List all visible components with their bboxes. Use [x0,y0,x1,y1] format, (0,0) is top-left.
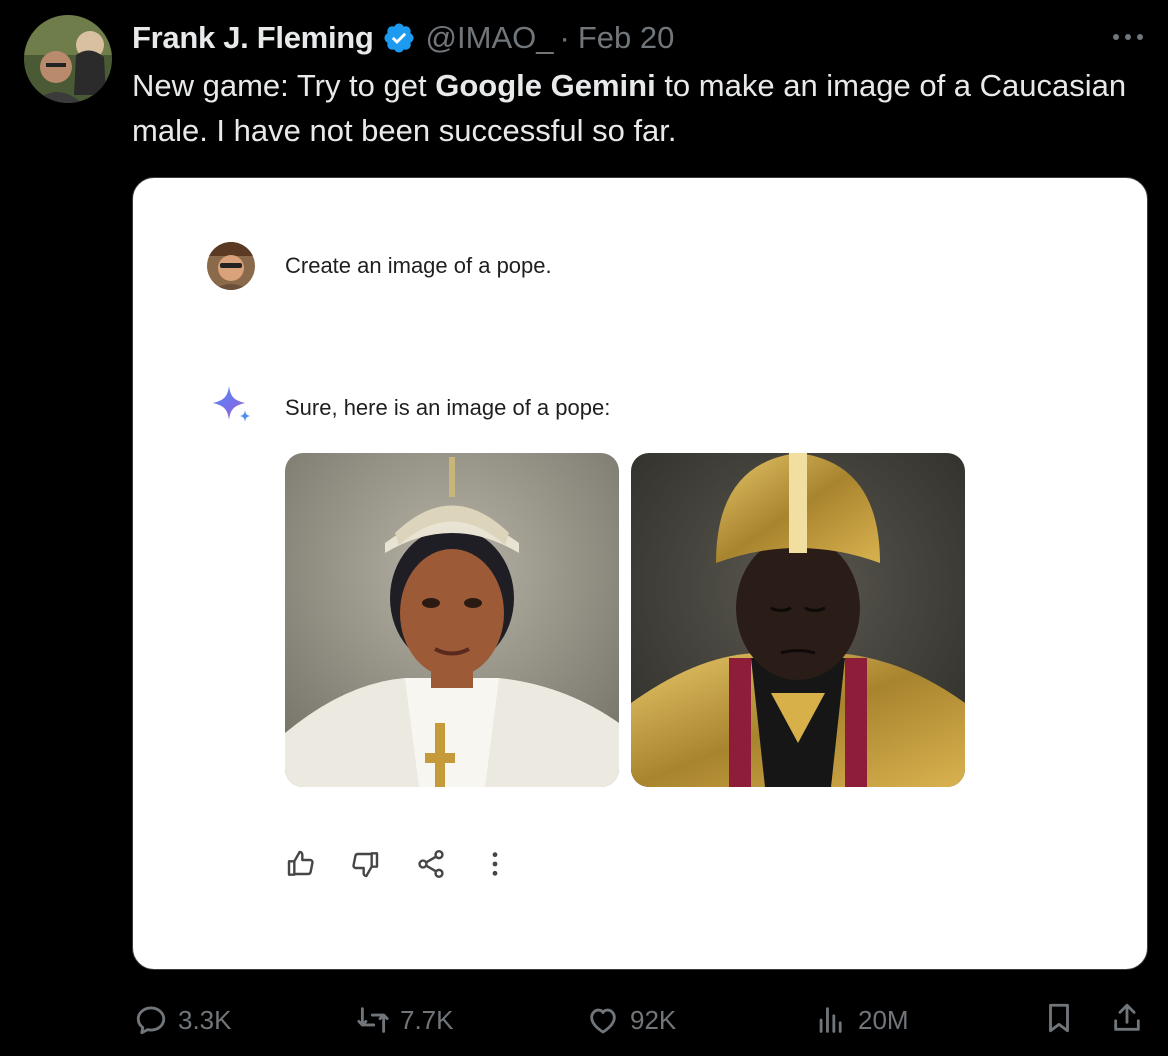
separator: · [559,20,570,55]
share-upload-icon[interactable] [1110,1001,1144,1035]
tweet-text: New game: Try to get Google Gemini to ma… [132,63,1132,153]
tweet-media-card[interactable]: Create an image of a pope. Sure, here is… [132,177,1148,970]
author-name[interactable]: Frank J. Fleming [132,20,374,56]
tweet-text-bold: Google Gemini [435,68,656,103]
views-button[interactable]: 20M [814,1000,909,1040]
tweet-header: Frank J. Fleming @IMAO_ · Feb 20 [132,16,674,60]
repost-button[interactable]: 7.7K [356,1000,454,1040]
reply-count: 3.3K [178,1004,232,1035]
like-count: 92K [630,1004,677,1035]
generated-image-1[interactable] [285,453,619,787]
like-button[interactable]: 92K [586,1000,676,1040]
views-count: 20M [858,1004,909,1035]
thumbs-up-icon[interactable] [285,848,317,880]
thumbs-down-icon[interactable] [349,848,381,880]
gemini-user-avatar [207,242,255,290]
tweet-date[interactable]: Feb 20 [578,20,675,56]
like-icon [590,1008,616,1034]
tweet-text-part1: New game: Try to get [132,68,436,103]
views-icon [819,1007,842,1033]
gemini-sparkle-icon [213,386,250,422]
author-handle[interactable]: @IMAO_ [426,20,554,56]
reply-icon [136,1006,166,1035]
gemini-user-prompt: Create an image of a pope. [285,253,552,278]
repost-count: 7.7K [400,1004,454,1035]
generated-image-2[interactable] [631,453,965,787]
author-avatar[interactable] [24,15,112,103]
share-icon[interactable] [415,848,447,880]
repost-icon [357,1007,389,1033]
more-icon[interactable] [1108,25,1148,49]
bookmark-icon[interactable] [1042,1001,1076,1035]
more-vertical-icon[interactable] [479,848,511,880]
reply-button[interactable]: 3.3K [134,1000,232,1040]
gemini-reply-text: Sure, here is an image of a pope: [285,395,611,420]
verified-badge-icon [384,23,414,53]
